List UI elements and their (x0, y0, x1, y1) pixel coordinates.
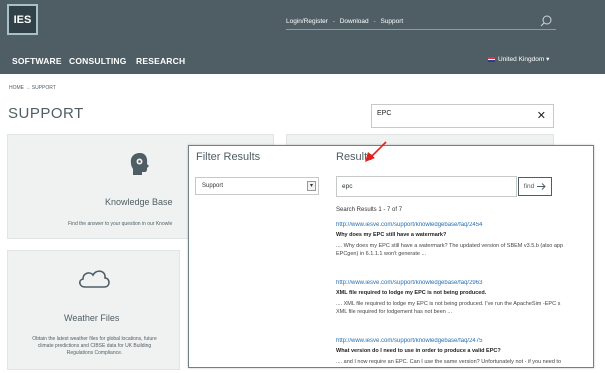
result-question[interactable]: What version do I need to use in order t… (336, 348, 592, 354)
login-register-link[interactable]: Login/Register (286, 18, 328, 25)
weather-files-title: Weather Files (64, 313, 120, 323)
nav-software[interactable]: SOFTWARE (12, 56, 62, 66)
search-icon[interactable] (540, 15, 552, 27)
snippet-line: XML file required for lodgement has not … (336, 308, 452, 315)
result-url-link[interactable]: http://www.iesve.com/support/knowledgeba… (336, 222, 592, 228)
filter-results-heading: Filter Results (196, 151, 261, 163)
result-snippet: .... Why does my EPC still have a waterm… (336, 243, 592, 258)
link-separator: - (373, 18, 376, 25)
support-search-input[interactable] (377, 110, 527, 117)
chevron-down-icon: ▾ (546, 56, 550, 63)
top-links: Login/Register - Download - Support (286, 18, 556, 30)
arrow-right-icon (537, 183, 546, 190)
weather-desc-line: Obtain the latest weather files for glob… (32, 336, 157, 342)
clear-search-icon[interactable]: ✕ (537, 109, 546, 122)
breadcrumb-arrow-icon: → (25, 85, 31, 91)
nav-consulting[interactable]: CONSULTING (69, 56, 127, 66)
breadcrumb-home[interactable]: HOME (9, 85, 24, 91)
breadcrumb: HOME → SUPPORT (9, 85, 56, 91)
support-link[interactable]: Support (380, 18, 403, 25)
result-question[interactable]: XML file required to lodge my EPC is not… (336, 290, 592, 296)
filter-select[interactable]: Support ▾ (195, 177, 319, 195)
result-snippet: .... XML file required to lodge my EPC i… (336, 301, 592, 316)
filter-select-value: Support (202, 183, 224, 189)
results-count: Search Results 1 - 7 of 7 (336, 207, 403, 213)
download-link[interactable]: Download (340, 18, 369, 25)
result-snippet: .... and I now require an EPC. Can I use… (336, 359, 592, 367)
page-title: SUPPORT (8, 105, 84, 122)
link-separator: - (332, 18, 335, 25)
head-gear-icon (130, 153, 149, 175)
result-item: http://www.iesve.com/support/knowledgeba… (336, 222, 592, 258)
results-query-input[interactable]: epc (336, 176, 517, 197)
result-item: http://www.iesve.com/support/knowledgeba… (336, 338, 592, 367)
select-arrow-icon[interactable]: ▾ (307, 181, 316, 191)
snippet-line: .... Why does my EPC still have a waterm… (336, 243, 564, 249)
region-label: United Kingdom (498, 56, 545, 63)
nav-research[interactable]: RESEARCH (136, 56, 185, 66)
result-item: http://www.iesve.com/support/knowledgeba… (336, 280, 592, 316)
find-label: find (523, 183, 535, 190)
knowledge-base-title: Knowledge Base (105, 197, 173, 207)
snippet-line: .... XML file required to lodge my EPC i… (336, 301, 561, 307)
region-selector[interactable]: United Kingdom ▾ (488, 55, 549, 63)
support-search-box[interactable]: ✕ (371, 104, 554, 128)
uk-flag-icon (488, 56, 495, 62)
snippet-line: .... and I now require an EPC. Can I use… (336, 359, 562, 365)
breadcrumb-current: SUPPORT (31, 85, 56, 91)
weather-desc-line: Regulations Compliance. (66, 350, 123, 356)
snippet-line: EPCgen) in 6.1.1.1 won't generate ... (336, 250, 427, 257)
result-question[interactable]: Why does my EPC still have a watermark? (336, 232, 592, 238)
weather-desc-line: climate predictions and CIBSE data for U… (37, 343, 152, 349)
weather-files-card[interactable]: Weather Files Obtain the latest weather … (7, 250, 180, 370)
result-url-link[interactable]: http://www.iesve.com/support/knowledgeba… (336, 280, 592, 286)
weather-files-desc: Obtain the latest weather files for glob… (12, 336, 177, 357)
result-url-link[interactable]: http://www.iesve.com/support/knowledgeba… (336, 338, 592, 344)
ies-logo[interactable]: IES (7, 4, 38, 35)
cloud-icon (79, 270, 110, 288)
annotation-arrow-icon (365, 141, 387, 162)
find-button[interactable]: find (518, 177, 552, 196)
